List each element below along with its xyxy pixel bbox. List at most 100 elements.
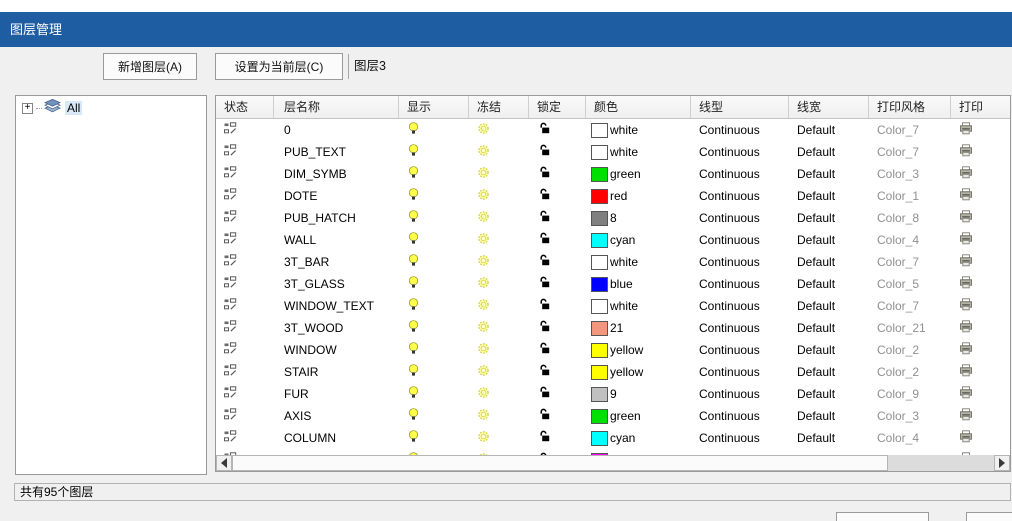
layer-name-cell[interactable]: WINDOW [274,339,399,361]
print-cell[interactable] [951,141,1010,163]
table-row[interactable]: STAIR [216,361,1010,383]
printer-icon[interactable] [959,276,973,292]
color-cell[interactable]: cyan [586,229,691,251]
open-padlock-icon[interactable] [537,232,551,248]
freeze-cell[interactable] [469,361,529,383]
layer-name-cell[interactable]: 0 [274,119,399,141]
scrollbar-thumb[interactable] [232,455,888,471]
lock-cell[interactable] [529,317,586,339]
dialog-bottom-button-1[interactable] [836,512,929,521]
layer-name-cell[interactable]: 3T_GLASS [274,273,399,295]
plot-style-cell[interactable]: Color_7 [869,119,951,141]
print-cell[interactable] [951,251,1010,273]
lock-cell[interactable] [529,427,586,449]
color-swatch[interactable] [591,211,608,226]
lightbulb-on-icon[interactable] [407,298,420,314]
table-row[interactable]: 0 [216,119,1010,141]
plot-style-cell[interactable]: Color_7 [869,251,951,273]
color-cell[interactable]: cyan [586,427,691,449]
sun-icon[interactable] [477,188,490,204]
lineweight-cell[interactable]: Default [789,251,869,273]
open-padlock-icon[interactable] [537,122,551,138]
sun-icon[interactable] [477,210,490,226]
lock-cell[interactable] [529,383,586,405]
lightbulb-on-icon[interactable] [407,232,420,248]
color-cell[interactable]: white [586,119,691,141]
printer-icon[interactable] [959,320,973,336]
freeze-cell[interactable] [469,383,529,405]
lock-cell[interactable] [529,229,586,251]
color-cell[interactable]: yellow [586,361,691,383]
sun-icon[interactable] [477,254,490,270]
print-cell[interactable] [951,317,1010,339]
printer-icon[interactable] [959,254,973,270]
lightbulb-on-icon[interactable] [407,430,420,446]
lightbulb-on-icon[interactable] [407,210,420,226]
open-padlock-icon[interactable] [537,166,551,182]
sun-icon[interactable] [477,122,490,138]
lock-cell[interactable] [529,405,586,427]
plot-style-cell[interactable]: Color_3 [869,163,951,185]
open-padlock-icon[interactable] [537,188,551,204]
table-row[interactable]: PUB_TEXT [216,141,1010,163]
open-padlock-icon[interactable] [537,144,551,160]
color-swatch[interactable] [591,431,608,446]
lineweight-cell[interactable]: Default [789,339,869,361]
sun-icon[interactable] [477,166,490,182]
table-row[interactable]: PUB_HATCH [216,207,1010,229]
show-cell[interactable] [399,207,469,229]
lock-cell[interactable] [529,141,586,163]
layer-name-cell[interactable]: STAIR [274,361,399,383]
lineweight-cell[interactable]: Default [789,163,869,185]
table-row[interactable]: COLUMN [216,427,1010,449]
color-swatch[interactable] [591,145,608,160]
lock-cell[interactable] [529,273,586,295]
printer-icon[interactable] [959,298,973,314]
set-current-layer-button[interactable]: 设置为当前层(C) [215,53,343,80]
sun-icon[interactable] [477,342,490,358]
lightbulb-on-icon[interactable] [407,386,420,402]
scroll-right-button[interactable] [994,455,1010,471]
lineweight-cell[interactable]: Default [789,185,869,207]
show-cell[interactable] [399,383,469,405]
lock-cell[interactable] [529,361,586,383]
print-cell[interactable] [951,207,1010,229]
lock-cell[interactable] [529,339,586,361]
plot-style-cell[interactable]: Color_1 [869,185,951,207]
open-padlock-icon[interactable] [537,254,551,270]
lock-cell[interactable] [529,295,586,317]
color-cell[interactable]: white [586,295,691,317]
lock-cell[interactable] [529,163,586,185]
color-swatch[interactable] [591,233,608,248]
lineweight-cell[interactable]: Default [789,229,869,251]
open-padlock-icon[interactable] [537,276,551,292]
printer-icon[interactable] [959,210,973,226]
lightbulb-on-icon[interactable] [407,408,420,424]
freeze-cell[interactable] [469,317,529,339]
linetype-cell[interactable]: Continuous [691,295,789,317]
lightbulb-on-icon[interactable] [407,276,420,292]
open-padlock-icon[interactable] [537,430,551,446]
color-cell[interactable]: white [586,141,691,163]
open-padlock-icon[interactable] [537,320,551,336]
printer-icon[interactable] [959,408,973,424]
layer-name-cell[interactable]: COLUMN [274,427,399,449]
linetype-cell[interactable]: Continuous [691,251,789,273]
plot-style-cell[interactable]: Color_8 [869,207,951,229]
lineweight-cell[interactable]: Default [789,119,869,141]
plot-style-cell[interactable]: Color_7 [869,141,951,163]
dialog-bottom-button-2[interactable] [966,512,1012,521]
table-row[interactable]: WALL [216,229,1010,251]
printer-icon[interactable] [959,188,973,204]
lock-cell[interactable] [529,185,586,207]
table-row[interactable]: 3T_GLASS [216,273,1010,295]
show-cell[interactable] [399,163,469,185]
show-cell[interactable] [399,427,469,449]
show-cell[interactable] [399,229,469,251]
printer-icon[interactable] [959,232,973,248]
plot-style-cell[interactable]: Color_2 [869,339,951,361]
layer-name-cell[interactable]: 3T_WOOD [274,317,399,339]
linetype-cell[interactable]: Continuous [691,185,789,207]
print-cell[interactable] [951,229,1010,251]
table-row[interactable]: 3T_WOOD [216,317,1010,339]
